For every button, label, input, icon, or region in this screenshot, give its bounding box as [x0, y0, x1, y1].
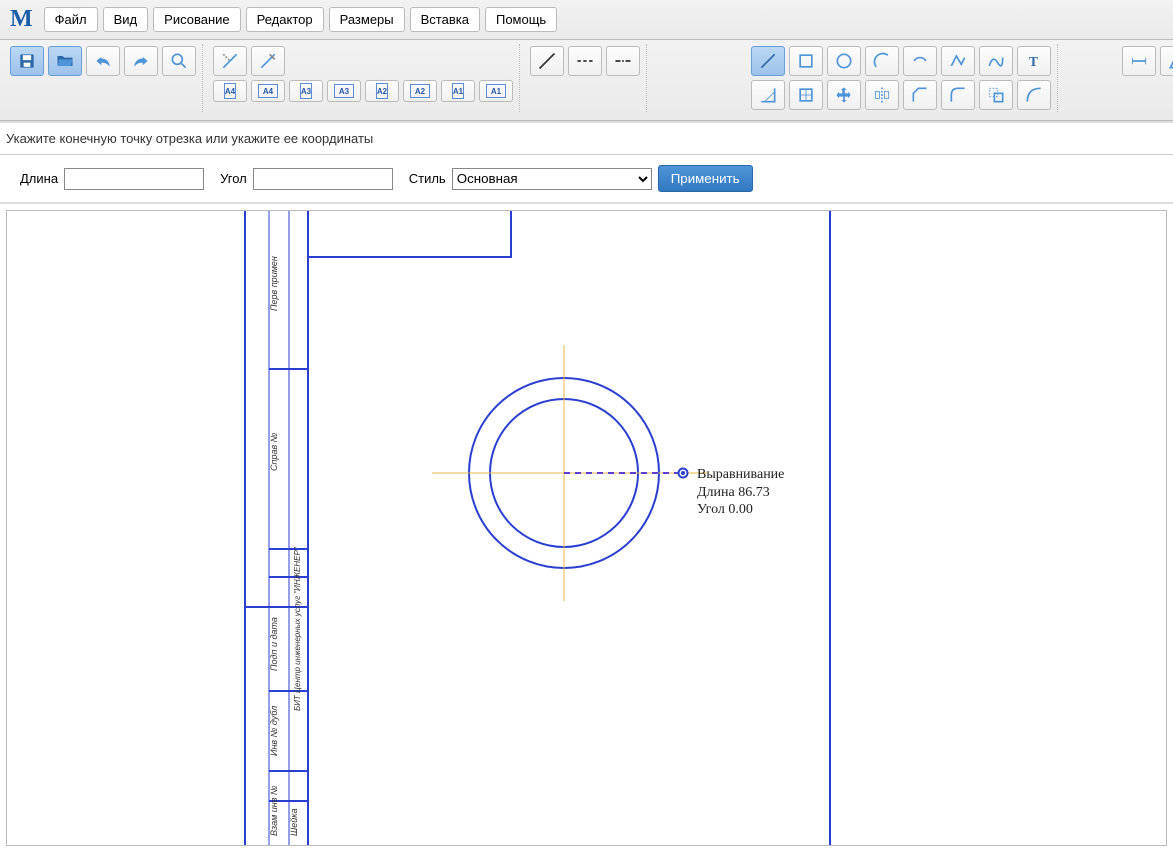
draw-toolbar: T — [745, 44, 1058, 112]
circle-tool-icon[interactable] — [827, 46, 861, 76]
extend-icon[interactable] — [251, 46, 285, 76]
paper-a3-landscape[interactable]: A3 — [327, 80, 361, 102]
paper-a3-portrait[interactable]: A3 — [289, 80, 323, 102]
trim-icon[interactable] — [213, 46, 247, 76]
drawing-svg: Перв примен Справ № Подп и дата БИТ Цент… — [7, 211, 1167, 846]
copy-tool-icon[interactable] — [979, 80, 1013, 110]
paper-a4p-label: A4 — [225, 87, 235, 96]
length-label: Длина — [20, 171, 58, 186]
paper-a4-portrait[interactable]: A4 — [213, 80, 247, 102]
paper-a1-portrait[interactable]: A1 — [441, 80, 475, 102]
menu-help[interactable]: Помощь — [485, 7, 557, 32]
command-prompt: Укажите конечную точку отрезка или укажи… — [0, 121, 1173, 155]
undo-icon[interactable] — [86, 46, 120, 76]
paper-a2-landscape[interactable]: A2 — [403, 80, 437, 102]
svg-text:БИТ Центр инженерных услуг "ИН: БИТ Центр инженерных услуг "ИНЖЕНЕР" — [293, 546, 302, 711]
drawing-canvas[interactable]: Перв примен Справ № Подп и дата БИТ Цент… — [6, 210, 1167, 846]
style-label: Стиль — [409, 171, 446, 186]
zoom-icon[interactable] — [162, 46, 196, 76]
tooltip-snap: Выравнивание — [697, 466, 784, 484]
svg-text:Перв примен: Перв примен — [269, 256, 279, 311]
hatch-rect-icon[interactable] — [789, 80, 823, 110]
paper-a4l-label: A4 — [263, 87, 273, 96]
menu-editor[interactable]: Редактор — [246, 7, 324, 32]
style-select[interactable]: Основная — [452, 168, 652, 190]
paper-a2p-label: A2 — [377, 87, 387, 96]
redo-icon[interactable] — [124, 46, 158, 76]
rect-tool-icon[interactable] — [789, 46, 823, 76]
chamfer-tool-icon[interactable] — [903, 80, 937, 110]
paper-toolbar: A4 A4 A3 A3 A2 A2 A1 A1 — [207, 44, 520, 112]
menu-view[interactable]: Вид — [103, 7, 149, 32]
app-logo-icon: M — [10, 6, 33, 33]
toolbar-container: A4 A4 A3 A3 A2 A2 A1 A1 T — [0, 40, 1173, 121]
corner-tool-icon[interactable] — [1017, 80, 1051, 110]
file-toolbar — [4, 44, 203, 112]
paper-a2-portrait[interactable]: A2 — [365, 80, 399, 102]
svg-text:Подп и дата: Подп и дата — [269, 617, 279, 671]
svg-text:Шейка: Шейка — [289, 808, 299, 836]
paper-a1l-label: A1 — [491, 87, 501, 96]
linestyle-toolbar — [524, 44, 647, 112]
save-icon[interactable] — [10, 46, 44, 76]
text-tool-icon[interactable]: T — [1017, 46, 1051, 76]
open-icon[interactable] — [48, 46, 82, 76]
svg-text:Взам инв №: Взам инв № — [269, 785, 279, 836]
angle-label: Угол — [220, 171, 247, 186]
line-tool-icon[interactable] — [751, 46, 785, 76]
mirror-tool-icon[interactable] — [865, 80, 899, 110]
spline-tool-icon[interactable] — [979, 46, 1013, 76]
move-tool-icon[interactable] — [827, 80, 861, 110]
arc1-tool-icon[interactable] — [865, 46, 899, 76]
apply-button[interactable]: Применить — [658, 165, 753, 192]
menu-drawing[interactable]: Рисование — [153, 7, 240, 32]
svg-text:Справ №: Справ № — [269, 432, 279, 471]
hatch-angle-icon[interactable] — [751, 80, 785, 110]
dim-linear-icon[interactable] — [1122, 46, 1156, 76]
polyline-tool-icon[interactable] — [941, 46, 975, 76]
paper-a1p-label: A1 — [453, 87, 463, 96]
toolbar-spacer — [651, 44, 741, 112]
menu-bar: M Файл Вид Рисование Редактор Размеры Вс… — [0, 0, 1173, 40]
dimension-toolbar — [1116, 44, 1173, 112]
toolbar-spacer-2 — [1062, 44, 1112, 112]
paper-a3l-label: A3 — [339, 87, 349, 96]
paper-a4-landscape[interactable]: A4 — [251, 80, 285, 102]
paper-a1-landscape[interactable]: A1 — [479, 80, 513, 102]
paper-a2l-label: A2 — [415, 87, 425, 96]
arc2-tool-icon[interactable] — [903, 46, 937, 76]
paper-a3p-label: A3 — [301, 87, 311, 96]
fillet-tool-icon[interactable] — [941, 80, 975, 110]
menu-file[interactable]: Файл — [44, 7, 98, 32]
svg-text:Инв № дубл: Инв № дубл — [269, 706, 279, 756]
menu-dimensions[interactable]: Размеры — [329, 7, 405, 32]
style-solid-icon[interactable] — [530, 46, 564, 76]
tooltip-length: Длина 86.73 — [697, 484, 784, 502]
cursor-tooltip: Выравнивание Длина 86.73 Угол 0.00 — [697, 466, 784, 519]
tooltip-angle: Угол 0.00 — [697, 501, 784, 519]
dim-angle-icon[interactable] — [1160, 46, 1173, 76]
param-bar: Длина Угол Стиль Основная Применить — [0, 155, 1173, 204]
svg-text:T: T — [1029, 54, 1038, 69]
style-dashdot-icon[interactable] — [606, 46, 640, 76]
menu-insert[interactable]: Вставка — [410, 7, 480, 32]
angle-input[interactable] — [253, 168, 393, 190]
style-dash-icon[interactable] — [568, 46, 602, 76]
length-input[interactable] — [64, 168, 204, 190]
